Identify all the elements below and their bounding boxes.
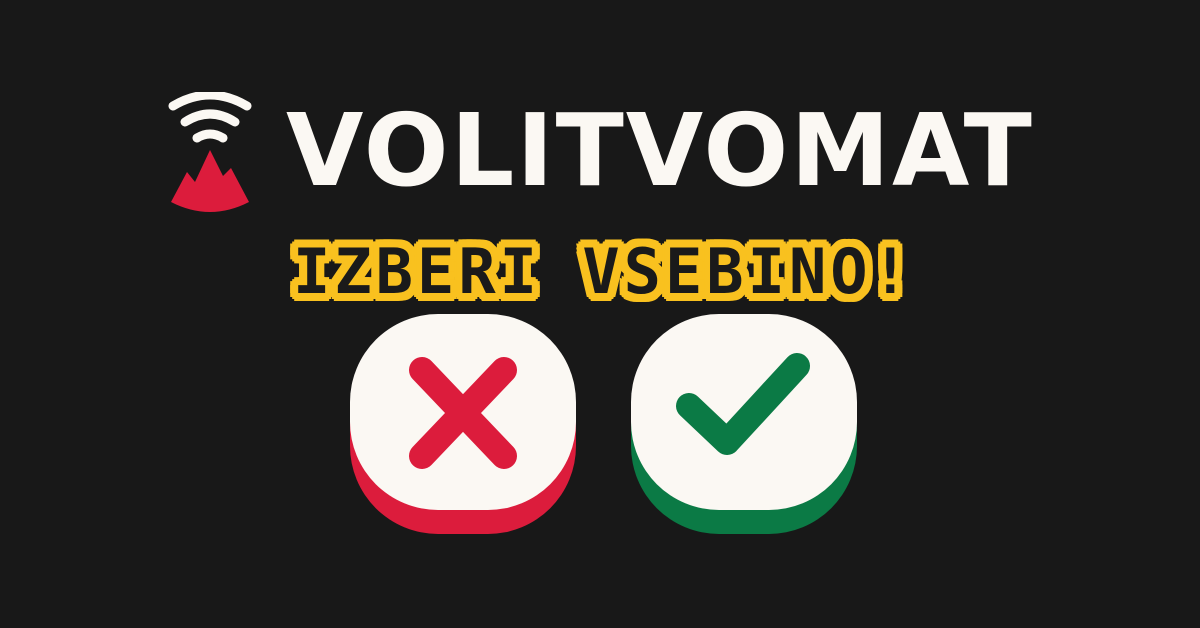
check-icon <box>676 353 810 455</box>
tagline: IZBERI VSEBINO! <box>293 235 913 308</box>
share-card: VOLITVOMAT IZBERI VSEBINO! <box>0 0 1200 628</box>
vote-no-button[interactable] <box>350 314 576 534</box>
vote-yes-button[interactable] <box>631 314 857 534</box>
cross-icon <box>409 357 517 469</box>
mountain-signal-icon <box>165 90 255 217</box>
brand-title: VOLITVOMAT <box>286 92 1034 209</box>
